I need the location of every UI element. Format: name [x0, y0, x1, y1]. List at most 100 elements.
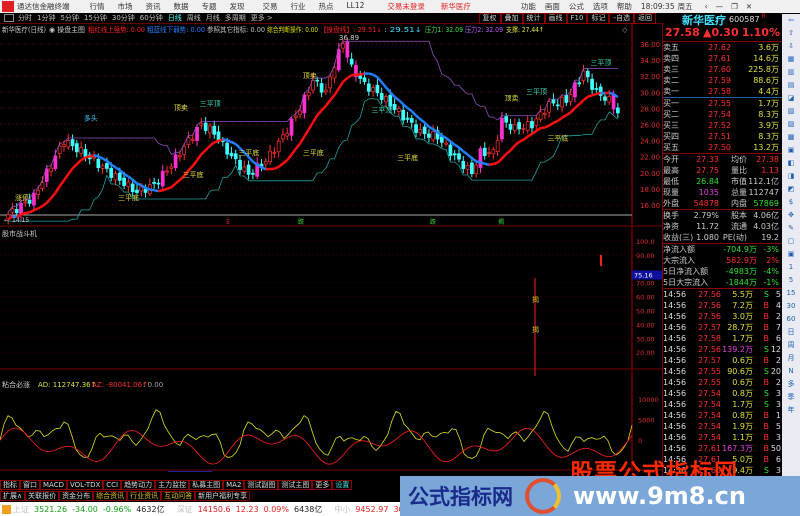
stat-row-cell: 现量 — [663, 188, 679, 197]
period-tab-4[interactable]: 30分钟 — [112, 13, 135, 23]
indicator-button-2[interactable]: MACD — [40, 480, 67, 490]
toolbar-button-5[interactable]: 标记 — [587, 12, 610, 24]
indicator-button-6[interactable]: 主力监控 — [155, 480, 190, 490]
tool-icon-16[interactable]: ✎ — [788, 222, 794, 235]
indicator-button-8[interactable]: MA2 — [223, 480, 245, 490]
period-tab-5[interactable]: 60分钟 — [140, 13, 163, 23]
toolbar-button-1[interactable]: 叠加 — [500, 12, 523, 24]
toolbar-button-7[interactable]: 返回 — [634, 12, 656, 24]
period-shortcut-4[interactable]: 60 — [787, 313, 796, 326]
period-tab-0[interactable]: 分时 — [18, 13, 32, 23]
period-tab-2[interactable]: 5分钟 — [60, 13, 78, 23]
tool-icon-7[interactable]: ▧ — [788, 105, 795, 118]
tool-icon-18[interactable]: ▣ — [788, 248, 795, 261]
ext-button-3[interactable]: 综合资讯 — [93, 491, 128, 501]
indicator-button-12[interactable]: 设置 — [332, 480, 353, 490]
period-shortcut-8[interactable]: N — [788, 365, 793, 378]
tool-icon-10[interactable]: ▣ — [788, 144, 795, 157]
tool-icon-15[interactable]: ✥ — [788, 209, 794, 222]
menu-8[interactable]: 热点 — [319, 1, 334, 12]
tool-icon-9[interactable]: ▩ — [788, 131, 795, 144]
minimize-icon[interactable]: — — [716, 2, 724, 11]
menu-0[interactable]: 行情 — [90, 1, 105, 12]
indicator-button-9[interactable]: 测试副图 — [244, 480, 279, 490]
menu-9[interactable]: LL12 — [347, 1, 365, 12]
menu-right-4[interactable]: 帮助 — [617, 1, 632, 12]
toolbar-button-6[interactable]: -自选 — [609, 12, 634, 24]
tool-icon-6[interactable]: ◪ — [788, 92, 795, 105]
indicator-button-1[interactable]: 窗口 — [20, 480, 40, 490]
menu-7[interactable]: 行业 — [291, 1, 306, 12]
tool-icon-13[interactable]: ◩ — [788, 183, 795, 196]
tool-icon-14[interactable]: $ — [789, 196, 793, 209]
zx-name[interactable]: 中小 — [334, 504, 350, 515]
tool-icon-1[interactable]: ⇧ — [788, 27, 794, 40]
ext-button-0[interactable]: 扩展∧ — [0, 491, 26, 501]
ext-button-1[interactable]: 关联报价 — [25, 491, 60, 501]
sh-name[interactable]: 上证 — [13, 504, 29, 515]
menu-2[interactable]: 资讯 — [146, 1, 161, 12]
menu-5[interactable]: 发现 — [230, 1, 245, 12]
menu-4[interactable]: 专题 — [202, 1, 217, 12]
ext-button-4[interactable]: 行业资讯 — [127, 491, 162, 501]
period-tab-1[interactable]: 1分钟 — [37, 13, 55, 23]
tool-icon-0[interactable]: ⇦ — [788, 14, 794, 27]
tool-icon-17[interactable]: ▢ — [788, 235, 795, 248]
indicator-button-7[interactable]: 私募主图 — [189, 480, 224, 490]
period-shortcut-11[interactable]: 年 — [788, 404, 795, 417]
period-shortcut-9[interactable]: 多 — [788, 378, 795, 391]
sz-name[interactable]: 深证 — [177, 504, 193, 515]
ext-button-5[interactable]: 互动问答 — [161, 491, 196, 501]
menu-right-1[interactable]: 画面 — [545, 1, 560, 12]
indicator-button-0[interactable]: 指标 — [0, 480, 20, 490]
period-tab-9[interactable]: 多周期 — [225, 13, 246, 23]
period-shortcut-0[interactable]: 1 — [789, 261, 793, 274]
toolbar-button-0[interactable]: 复权 — [478, 12, 501, 24]
indicator-button-5[interactable]: 趋势动力 — [121, 480, 156, 490]
indicator-button-10[interactable]: 测试主图 — [278, 480, 313, 490]
back-icon[interactable]: ‹ — [705, 2, 708, 11]
period-shortcut-1[interactable]: 5 — [789, 274, 793, 287]
menu-3[interactable]: 数据 — [174, 1, 189, 12]
ext-button-2[interactable]: 资金分布 — [59, 491, 94, 501]
menu-1[interactable]: 市场 — [118, 1, 133, 12]
period-shortcut-5[interactable]: 日 — [788, 326, 795, 339]
trade-status[interactable]: 交易未登录 — [387, 1, 425, 12]
period-shortcut-7[interactable]: 月 — [788, 352, 795, 365]
ext-button-6[interactable]: 新用户福利专享 — [195, 491, 251, 501]
tool-icon-2[interactable]: ⇩ — [788, 40, 794, 53]
close-icon[interactable]: ✕ — [746, 2, 752, 11]
period-tab-10[interactable]: 更多 > — [251, 13, 273, 23]
indicator-button-3[interactable]: VOL-TDX — [66, 480, 104, 490]
period-tab-7[interactable]: 周线 — [187, 13, 201, 23]
period-shortcut-2[interactable]: 15 — [787, 287, 796, 300]
tool-icon-8[interactable]: ▨ — [788, 118, 795, 131]
tool-icon-11[interactable]: ◧ — [788, 157, 795, 170]
tool-icon-4[interactable]: ▥ — [788, 66, 795, 79]
period-tab-6[interactable]: 日线 — [168, 13, 182, 23]
indicator-button-11[interactable]: 更多 — [312, 480, 333, 490]
indicator-value-6: 压力1: 32.09 — [425, 25, 463, 34]
menu-6[interactable]: 交易 — [263, 1, 278, 12]
candle-body — [285, 133, 290, 137]
tool-icon-3[interactable]: ▦ — [788, 53, 795, 66]
kline-chart-area[interactable]: 36.00 34.00 32.00 30.00 28.00 26.00 24.00 22.00… — [0, 24, 662, 472]
period-shortcut-6[interactable]: 周 — [788, 339, 795, 352]
period-shortcut-10[interactable]: 季 — [788, 391, 795, 404]
tool-icon-12[interactable]: ◨ — [788, 170, 795, 183]
menu-right-3[interactable]: 选项 — [593, 1, 608, 12]
toolbar-button-3[interactable]: 画线 — [544, 12, 567, 24]
toolbar-button-2[interactable]: 统计 — [522, 12, 545, 24]
toolbar-button-4[interactable]: F10 — [566, 12, 588, 24]
operation-line — [311, 114, 319, 124]
period-tab-3[interactable]: 15分钟 — [84, 13, 107, 23]
period-shortcut-3[interactable]: 30 — [787, 300, 796, 313]
restore-icon[interactable]: ❐ — [731, 2, 738, 11]
tool-icon-5[interactable]: ▤ — [788, 79, 795, 92]
period-tab-8[interactable]: 月线 — [206, 13, 220, 23]
stat-row-cell: 54878 — [693, 199, 719, 208]
panel-toggle-icon[interactable] — [4, 14, 14, 22]
menu-right-2[interactable]: 公式 — [569, 1, 584, 12]
indicator-button-4[interactable]: CCI — [103, 480, 122, 490]
menu-right-0[interactable]: 功能 — [521, 1, 536, 12]
